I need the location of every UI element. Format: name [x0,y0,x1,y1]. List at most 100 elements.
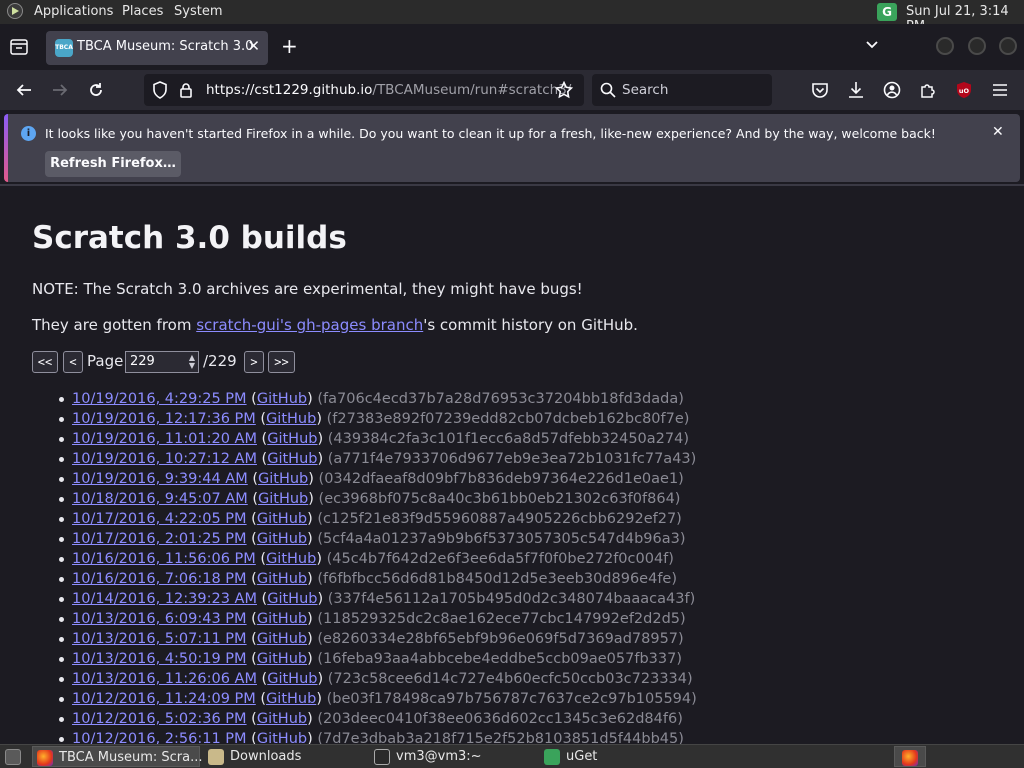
build-list-item: 10/12/2016, 11:24:09 PM (GitHub) (be03f1… [59,689,697,709]
build-date-link[interactable]: 10/13/2016, 4:50:19 PM [72,651,247,667]
firefox-view-icon[interactable] [10,39,28,55]
maximize-window-icon[interactable] [968,37,986,55]
url-text[interactable]: https://cst1229.github.io/TBCAMuseum/run… [206,82,571,98]
close-window-icon[interactable] [999,37,1017,55]
chevron-down-icon[interactable] [865,38,879,52]
commit-hash: (203deec0410f38ee0636d602cc1345c3e62d84f… [317,711,683,727]
github-link[interactable]: GitHub [257,711,307,727]
close-tab-icon[interactable]: ✕ [247,37,260,55]
taskbar-item-uget[interactable]: uGet [540,746,700,767]
paren-close: ) [317,451,328,467]
commit-hash: (337f4e56112a1705b495d0d2c348074baaaca43… [327,591,696,607]
pocket-icon[interactable] [810,80,830,100]
paren-close: ) [307,651,318,667]
build-date-link[interactable]: 10/13/2016, 6:09:43 PM [72,611,247,627]
firefox-icon [37,750,53,766]
paren-open: ( [247,491,259,507]
commit-hash: (f27383e892f07239edd82cb07dcbeb162bc80f7… [326,411,690,427]
gh-pages-branch-link[interactable]: scratch-gui's gh-pages branch [196,316,423,334]
applications-logo-icon[interactable] [7,3,23,19]
new-tab-plus-icon[interactable]: + [281,34,298,58]
build-date-link[interactable]: 10/19/2016, 12:17:36 PM [72,411,256,427]
extensions-puzzle-icon[interactable] [918,80,938,100]
github-link[interactable]: GitHub [267,671,317,687]
refresh-firefox-button[interactable]: Refresh Firefox… [45,151,181,177]
forward-arrow-icon[interactable] [50,80,70,100]
github-link[interactable]: GitHub [257,731,307,744]
bookmark-star-icon[interactable] [554,80,574,100]
menu-places[interactable]: Places [122,4,163,19]
page-number-input[interactable]: 229 ▲ ▼ [125,351,199,373]
spinner-arrows-icon[interactable]: ▲ ▼ [189,354,195,370]
github-link[interactable]: GitHub [266,691,316,707]
paren-close: ) [317,671,328,687]
tab-tbca-museum[interactable]: TBCA TBCA Museum: Scratch 3.0 ✕ [46,31,268,65]
build-date-link[interactable]: 10/16/2016, 11:56:06 PM [72,551,256,567]
build-date-link[interactable]: 10/18/2016, 9:45:07 AM [72,491,248,507]
build-date-link[interactable]: 10/16/2016, 7:06:18 PM [72,571,247,587]
commit-hash: (be03f178498ca97b756787c7637ce2c97b10559… [326,691,697,707]
commit-hash: (16feba93aa4abbcebe4eddbe5ccb09ae057fb33… [317,651,682,667]
build-date-link[interactable]: 10/17/2016, 2:01:25 PM [72,531,247,547]
menu-applications[interactable]: Applications [34,4,113,19]
build-list-item: 10/13/2016, 6:09:43 PM (GitHub) (1185293… [59,609,697,629]
menu-system[interactable]: System [174,4,222,19]
github-link[interactable]: GitHub [257,571,307,587]
github-link[interactable]: GitHub [257,651,307,667]
build-date-link[interactable]: 10/19/2016, 10:27:12 AM [72,451,257,467]
build-date-link[interactable]: 10/12/2016, 5:02:36 PM [72,711,247,727]
back-arrow-icon[interactable] [14,80,34,100]
ublock-origin-icon[interactable]: uO [954,80,974,100]
github-link[interactable]: GitHub [266,411,316,427]
build-date-link[interactable]: 10/13/2016, 11:26:06 AM [72,671,257,687]
next-page-button[interactable]: > [244,351,264,373]
first-page-button[interactable]: << [32,351,58,373]
github-link[interactable]: GitHub [258,471,308,487]
github-link[interactable]: GitHub [267,431,317,447]
github-link[interactable]: GitHub [266,551,316,567]
prev-page-button[interactable]: < [63,351,83,373]
tracking-protection-shield-icon[interactable] [150,80,170,100]
last-page-button[interactable]: >> [268,351,295,373]
close-notification-icon[interactable]: ✕ [992,124,1004,140]
build-date-link[interactable]: 10/12/2016, 2:56:11 PM [72,731,247,744]
search-box[interactable]: Search [592,74,772,106]
build-date-link[interactable]: 10/19/2016, 9:39:44 AM [72,471,248,487]
taskbar-item-downloads[interactable]: Downloads [204,746,366,767]
url-bar[interactable]: https://cst1229.github.io/TBCAMuseum/run… [144,74,584,106]
downloads-icon[interactable] [846,80,866,100]
extension-g-icon[interactable]: G [877,3,897,21]
github-link[interactable]: GitHub [267,451,317,467]
minimize-window-icon[interactable] [936,37,954,55]
build-date-link[interactable]: 10/17/2016, 4:22:05 PM [72,511,247,527]
source-prefix: They are gotten from [32,316,197,334]
paren-close: ) [307,731,318,744]
search-icon [598,80,618,100]
show-desktop-button[interactable] [2,746,26,767]
taskbar-label-downloads: Downloads [230,749,302,764]
build-date-link[interactable]: 10/13/2016, 5:07:11 PM [72,631,247,647]
github-link[interactable]: GitHub [258,491,308,507]
hamburger-menu-icon[interactable] [990,80,1010,100]
paren-close: ) [316,691,327,707]
build-date-link[interactable]: 10/19/2016, 11:01:20 AM [72,431,257,447]
paren-open: ( [246,731,257,744]
reload-icon[interactable] [86,80,106,100]
github-link[interactable]: GitHub [257,511,307,527]
github-link[interactable]: GitHub [257,531,307,547]
taskbar-item-firefox[interactable]: TBCA Museum: Scra... [32,746,202,767]
taskbar-item-terminal[interactable]: vm3@vm3:~ [370,746,536,767]
github-link[interactable]: GitHub [267,591,317,607]
account-icon[interactable] [882,80,902,100]
build-date-link[interactable]: 10/14/2016, 12:39:23 AM [72,591,257,607]
build-date-link[interactable]: 10/19/2016, 4:29:25 PM [72,391,247,407]
commit-hash: (5cf4a4a01237a9b9b6f5373057305c547d4b96a… [317,531,686,547]
github-link[interactable]: GitHub [257,391,307,407]
page-content: Scratch 3.0 builds NOTE: The Scratch 3.0… [0,186,1024,744]
paren-open: ( [255,691,267,707]
github-link[interactable]: GitHub [257,611,307,627]
lock-icon[interactable] [176,80,196,100]
workspace-switcher[interactable] [894,746,926,767]
github-link[interactable]: GitHub [257,631,307,647]
build-date-link[interactable]: 10/12/2016, 11:24:09 PM [72,691,256,707]
